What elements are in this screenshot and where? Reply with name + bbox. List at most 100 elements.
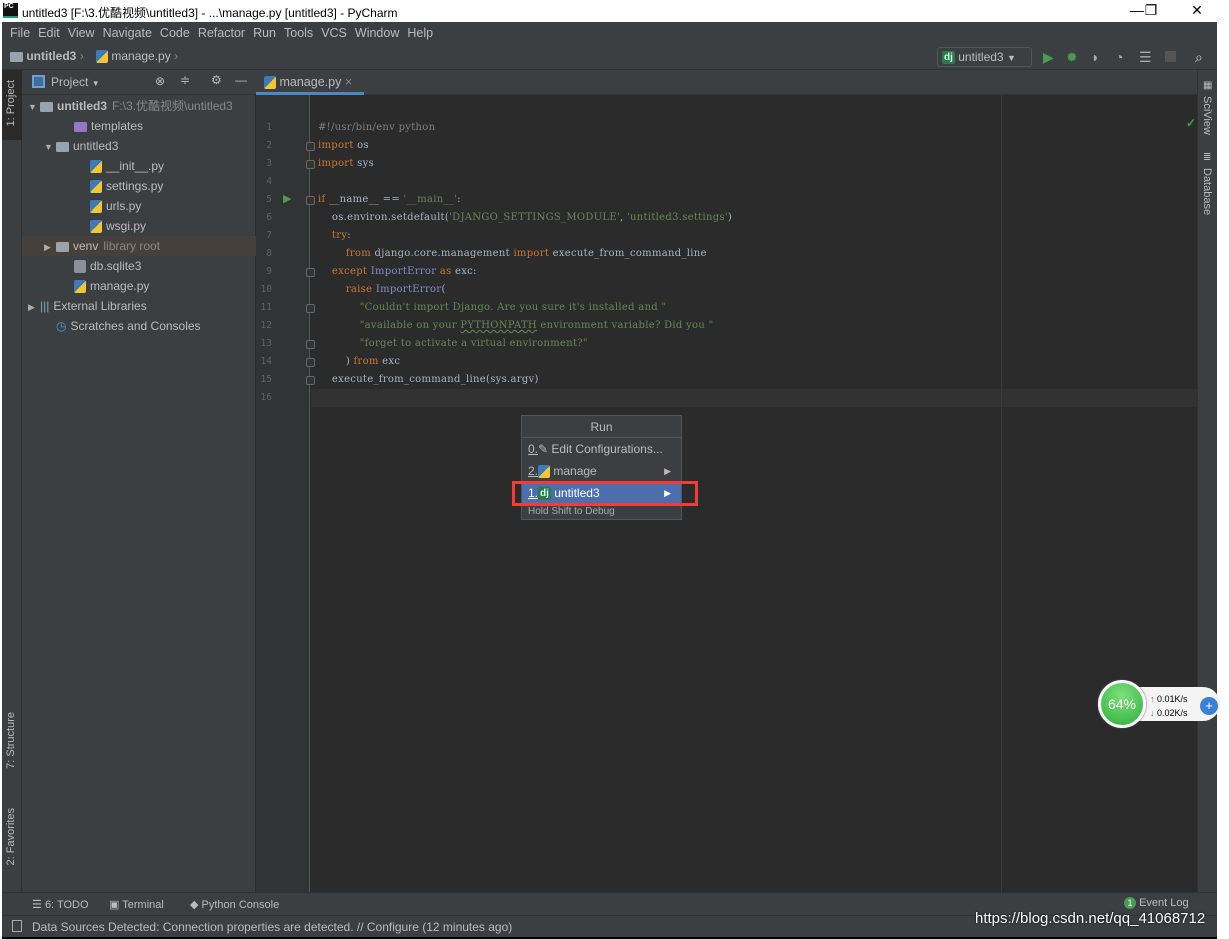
run-gutter-icon[interactable]: ▶ xyxy=(283,192,291,205)
expand-arrow-icon[interactable]: ▼ xyxy=(28,97,40,117)
run-popup-title: Run xyxy=(522,416,681,438)
edit-configurations-item[interactable]: 0.✎ Edit Configurations... xyxy=(522,438,681,460)
menu-run[interactable]: Run xyxy=(249,22,280,44)
code-token: from xyxy=(353,356,379,367)
menu-bar: File Edit View Navigate Code Refactor Run Tools… xyxy=(2,22,1217,44)
menu-file[interactable]: File xyxy=(6,22,34,44)
tab-manage-py[interactable]: manage.py × xyxy=(256,70,364,95)
line-number: 1 xyxy=(266,122,272,133)
todo-icon: ☰ xyxy=(32,899,42,911)
editor-tabs: manage.py × xyxy=(256,70,1197,95)
tree-item-label: __init__.py xyxy=(106,159,165,173)
code-token: sys xyxy=(353,158,374,169)
tree-item[interactable]: __init__.py xyxy=(22,156,256,176)
locate-icon[interactable]: ⊗ xyxy=(155,74,165,88)
tree-item[interactable]: manage.py xyxy=(22,276,256,296)
highlight-annotation xyxy=(512,481,698,506)
code-token: execute_from_command_line xyxy=(549,248,707,259)
project-panel: Project ▼ ⊗ ≑ ⚙ — ▼ untitled3 F:\3.优酷视频\un… xyxy=(22,70,256,892)
collapse-all-icon[interactable]: ≑ xyxy=(180,73,190,87)
expand-arrow-icon[interactable]: ▶ xyxy=(28,297,40,317)
code-token: 'DJANGO_SETTINGS_MODULE' xyxy=(449,212,621,223)
code-line: if __name__ == '__main__': xyxy=(318,194,461,205)
upload-speed: 0.01K/s xyxy=(1157,694,1188,704)
run-icon[interactable]: ▶ xyxy=(1043,49,1054,66)
coverage-icon[interactable]: ◗ xyxy=(1091,49,1099,65)
fold-marker-icon[interactable] xyxy=(306,142,315,151)
menu-code[interactable]: Code xyxy=(156,22,194,44)
tree-item[interactable]: ▶ venv library root xyxy=(22,236,256,256)
code-token: os.environ.setdefault( xyxy=(318,212,450,223)
status-message-icon xyxy=(12,920,22,932)
gear-icon[interactable]: ⚙ xyxy=(211,73,222,87)
tree-item[interactable]: ▼ untitled3 F:\3.优酷视频\untitled3 xyxy=(22,96,256,116)
terminal-tool-tab[interactable]: ▣ Terminal xyxy=(109,898,164,911)
search-icon[interactable]: ⌕ xyxy=(1195,49,1203,66)
database-tool-tab[interactable]: Database xyxy=(1201,168,1213,215)
code-token: '__main__' xyxy=(403,194,458,205)
boost-plus-icon[interactable]: + xyxy=(1200,697,1218,715)
code-line: import os xyxy=(318,140,369,151)
tree-item[interactable]: ◷ Scratches and Consoles xyxy=(22,316,256,336)
event-log-tool-tab[interactable]: 1 Event Log xyxy=(1124,897,1189,909)
tree-item[interactable]: ▶ ||| External Libraries xyxy=(22,296,256,316)
profile-icon[interactable]: ◔ xyxy=(1115,49,1123,65)
debug-icon[interactable]: ✹ xyxy=(1066,49,1078,66)
menu-window[interactable]: Window xyxy=(351,22,403,44)
python-console-label: Python Console xyxy=(201,899,280,911)
menu-edit[interactable]: Edit xyxy=(34,22,64,44)
fold-marker-icon[interactable] xyxy=(306,376,315,385)
todo-tool-tab[interactable]: ☰ 6: TODO xyxy=(32,898,89,911)
code-line: raise ImportError( xyxy=(318,284,446,295)
project-view-select[interactable]: Project ▼ xyxy=(51,75,100,89)
fold-marker-icon[interactable] xyxy=(306,196,315,205)
left-tool-stripe: 1: Project 7: Structure 2: Favorites xyxy=(2,70,22,892)
run-configuration-select[interactable]: dj untitled3 ▼ xyxy=(937,47,1032,67)
menu-navigate[interactable]: Navigate xyxy=(99,22,156,44)
stop-icon[interactable] xyxy=(1165,51,1176,62)
code-line: "Couldn't import Django. Are you sure it… xyxy=(318,302,666,313)
favorites-tool-tab[interactable]: 2: Favorites xyxy=(5,808,17,865)
hide-icon[interactable]: — xyxy=(235,73,247,87)
sciview-tool-tab[interactable]: SciView xyxy=(1201,96,1213,135)
event-log-label: Event Log xyxy=(1139,897,1189,909)
menu-view[interactable]: View xyxy=(64,22,99,44)
fold-marker-icon[interactable] xyxy=(306,304,315,313)
python-file-icon xyxy=(90,160,102,174)
fold-marker-icon[interactable] xyxy=(306,340,315,349)
breadcrumb-file[interactable]: manage.py › xyxy=(96,49,178,64)
code-token: import xyxy=(318,140,354,151)
tree-item[interactable]: db.sqlite3 xyxy=(22,256,256,276)
expand-arrow-icon[interactable]: ▶ xyxy=(44,237,56,257)
status-message[interactable]: Data Sources Detected: Connection proper… xyxy=(32,920,512,934)
tree-item[interactable]: templates xyxy=(22,116,256,136)
python-console-tool-tab[interactable]: ◆ Python Console xyxy=(190,898,279,911)
code-token: environment variable? Did you " xyxy=(536,320,714,331)
menu-refactor[interactable]: Refactor xyxy=(194,22,249,44)
tree-item[interactable]: wsgi.py xyxy=(22,216,256,236)
close-tab-icon[interactable]: × xyxy=(345,75,352,89)
tree-item[interactable]: ▼ untitled3 xyxy=(22,136,256,156)
inspection-ok-icon[interactable]: ✓ xyxy=(1186,116,1196,130)
menu-help[interactable]: Help xyxy=(403,22,437,44)
fold-marker-icon[interactable] xyxy=(306,160,315,169)
line-number: 16 xyxy=(260,392,272,403)
download-speed: 0.02K/s xyxy=(1157,708,1188,718)
concurrency-icon[interactable]: ☰ xyxy=(1139,49,1152,66)
close-button[interactable]: ✕ xyxy=(1177,0,1217,22)
fold-marker-icon[interactable] xyxy=(306,358,315,367)
tree-item[interactable]: settings.py xyxy=(22,176,256,196)
code-line: try: xyxy=(318,230,351,241)
menu-vcs[interactable]: VCS xyxy=(317,22,351,44)
expand-arrow-icon[interactable]: ▼ xyxy=(44,137,56,157)
breadcrumb-project[interactable]: untitled3 › xyxy=(10,49,84,63)
tree-item[interactable]: urls.py xyxy=(22,196,256,216)
code-token: , xyxy=(620,212,627,223)
project-tool-tab[interactable]: 1: Project xyxy=(5,80,17,126)
run-manage-item[interactable]: 2. manage ▶ xyxy=(522,460,681,482)
structure-tool-tab[interactable]: 7: Structure xyxy=(5,712,17,769)
maximize-button[interactable]: ❐ xyxy=(1131,0,1171,22)
fold-marker-icon[interactable] xyxy=(306,268,315,277)
python-file-icon xyxy=(90,180,102,194)
menu-tools[interactable]: Tools xyxy=(280,22,317,44)
